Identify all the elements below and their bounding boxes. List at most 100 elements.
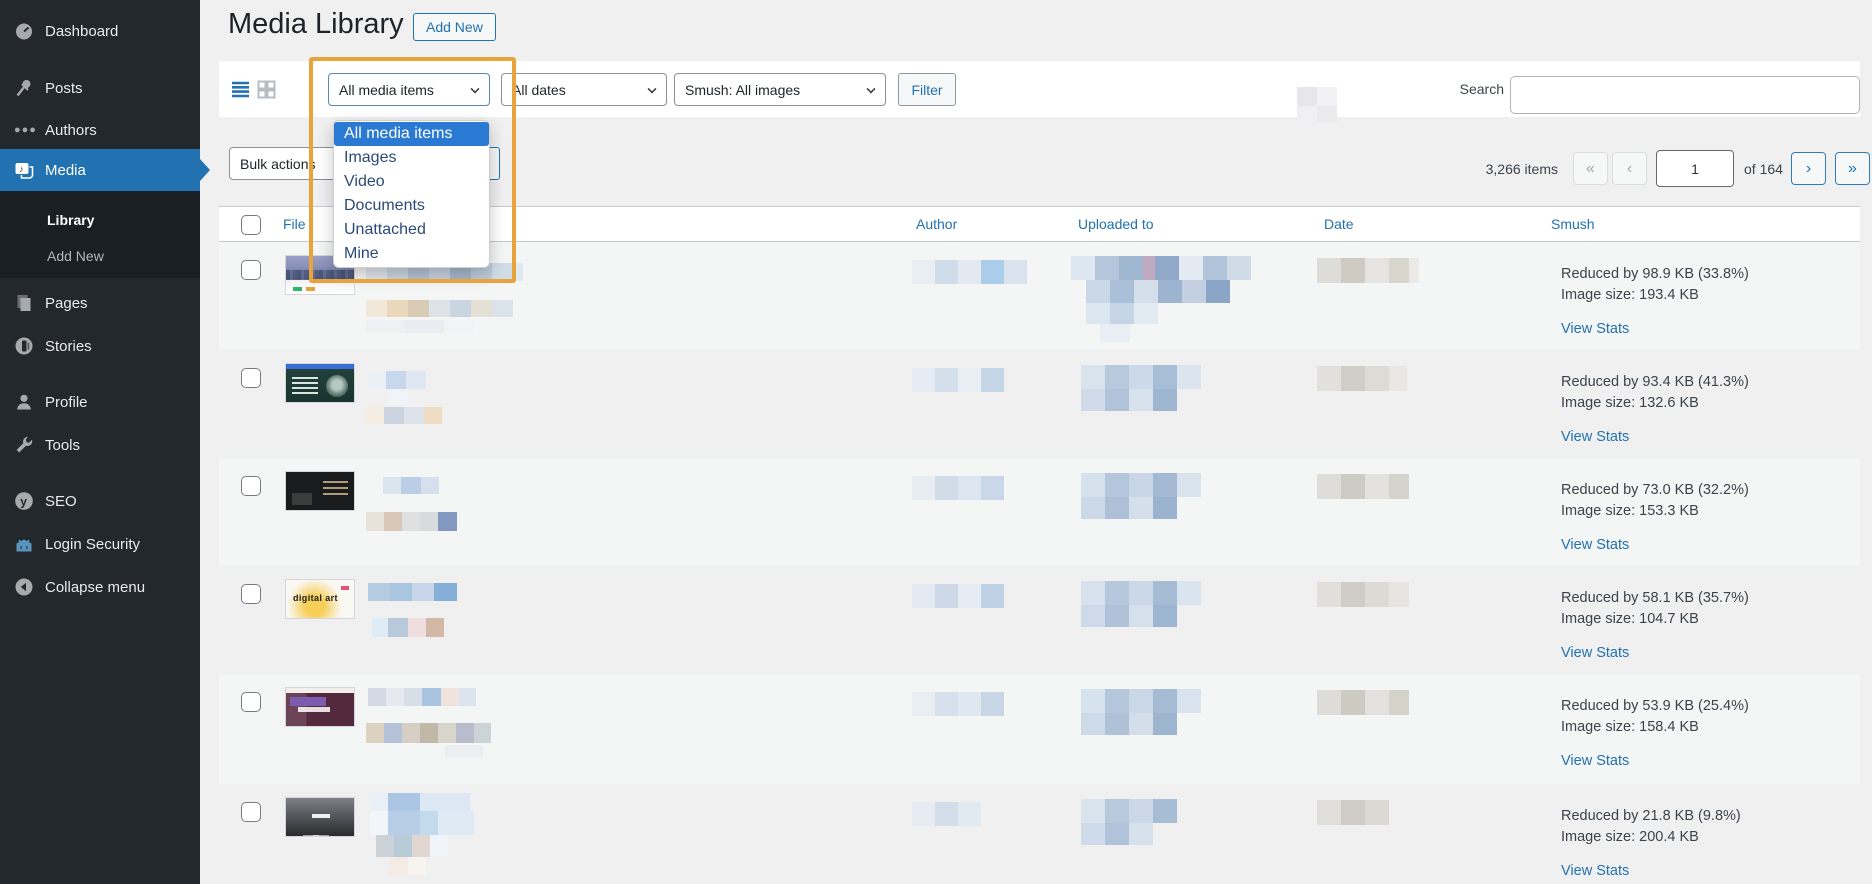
media-table: File Author Uploaded to Date Smush Reduc… [219,206,1860,884]
view-stats-link[interactable]: View Stats [1561,429,1629,445]
redacted-blur [1081,581,1201,605]
redacted-blur [1086,280,1230,303]
pagination-page-input[interactable] [1656,150,1734,187]
view-stats-link[interactable]: View Stats [1561,863,1629,879]
redacted-blur [912,476,1004,500]
sidebar-item-profile[interactable]: Profile [0,384,200,420]
media-thumbnail[interactable] [285,471,355,511]
posts-icon [14,78,34,98]
redacted-blur [1081,823,1153,845]
select-all-checkbox[interactable] [241,215,261,235]
stories-icon [14,336,34,356]
view-stats-link[interactable]: View Stats [1561,321,1629,337]
dropdown-option-images[interactable]: Images [334,146,489,170]
row-checkbox[interactable] [241,476,261,496]
sidebar-item-login-security[interactable]: Login Security [0,526,200,562]
dropdown-option-documents[interactable]: Documents [334,194,489,218]
view-stats-link[interactable]: View Stats [1561,645,1629,661]
row-checkbox[interactable] [241,584,261,604]
redacted-blur [366,320,474,333]
view-stats-link[interactable]: View Stats [1561,753,1629,769]
login-security-icon [14,534,34,554]
table-row: Reduced by 21.8 KB (9.8%) Image size: 200… [219,784,1860,884]
column-header-date[interactable]: Date [1324,216,1354,232]
pagination-total-pages: of 164 [1744,161,1783,177]
svg-text:♪: ♪ [19,164,24,174]
list-view-icon[interactable] [231,80,250,99]
redacted-blur [372,618,444,637]
row-checkbox[interactable] [241,260,261,280]
sidebar-item-authors[interactable]: ●●● Authors [0,112,200,148]
row-checkbox[interactable] [241,802,261,822]
page-title: Media Library [228,8,404,40]
redacted-blur [1081,365,1201,389]
media-thumbnail[interactable] [285,797,355,837]
sidebar-item-dashboard[interactable]: Dashboard [0,13,200,49]
pagination-next-button[interactable]: › [1791,152,1826,185]
smush-reduced: Reduced by 73.0 KB (32.2%) [1561,482,1749,498]
sidebar-item-pages[interactable]: Pages [0,285,200,321]
filter-toolbar: All media items All dates Smush: All ima… [219,61,1860,122]
row-checkbox[interactable] [241,692,261,712]
smush-reduced: Reduced by 98.9 KB (33.8%) [1561,266,1749,282]
pagination-prev-button[interactable]: ‹ [1612,152,1647,185]
profile-icon [14,392,34,412]
media-submenu: Library Add New [0,191,200,278]
sidebar-item-posts[interactable]: Posts [0,70,200,106]
bulk-actions-value: Bulk actions [240,155,316,172]
smush-filter-select-value: Smush: All images [685,81,801,98]
media-type-dropdown-list: All media items Images Video Documents Unatt… [333,120,490,268]
add-new-button[interactable]: Add New [413,13,496,41]
media-icon: ♪ [14,160,34,180]
column-header-author[interactable]: Author [916,216,957,232]
filter-button[interactable]: Filter [898,73,956,106]
redacted-blur [1317,800,1389,825]
view-stats-link[interactable]: View Stats [1561,537,1629,553]
tools-icon [14,435,34,455]
sidebar-item-label: Posts [45,79,83,97]
sidebar-item-media[interactable]: ♪ Media [0,149,200,191]
redacted-blur [1086,303,1158,324]
smush-image-size: Image size: 193.4 KB [1561,287,1699,303]
sidebar-item-seo[interactable]: y SEO [0,483,200,519]
redacted-blur [1081,713,1177,735]
admin-sidebar: Dashboard Posts ●●● Authors ♪ Media Pages Stori… [0,0,200,884]
redacted-blur [383,477,439,494]
redacted-blur [912,584,1004,608]
media-thumbnail[interactable] [285,687,355,727]
column-header-file[interactable]: File [283,216,306,232]
redacted-blur [368,371,426,389]
active-menu-arrow [200,159,210,181]
redacted-blur [366,300,513,317]
smush-image-size: Image size: 104.7 KB [1561,611,1699,627]
submenu-item-add-new[interactable]: Add New [47,248,104,264]
search-input[interactable] [1510,76,1860,114]
dates-select[interactable]: All dates [501,73,667,106]
pagination-first-button[interactable]: « [1573,152,1608,185]
row-checkbox[interactable] [241,368,261,388]
sidebar-item-collapse-menu[interactable]: Collapse menu [0,569,200,605]
smush-reduced: Reduced by 93.4 KB (41.3%) [1561,374,1749,390]
dropdown-option-unattached[interactable]: Unattached [334,218,489,242]
submenu-item-library[interactable]: Library [47,212,94,228]
media-type-select[interactable]: All media items [328,73,490,106]
redacted-blur [445,745,483,758]
dropdown-option-all-media-items[interactable]: All media items [334,122,489,146]
column-header-uploaded-to[interactable]: Uploaded to [1078,216,1154,232]
sidebar-item-label: Pages [45,294,88,312]
media-thumbnail[interactable]: digital art [285,579,355,619]
sidebar-item-tools[interactable]: Tools [0,427,200,463]
dropdown-option-video[interactable]: Video [334,170,489,194]
redacted-blur [1297,87,1337,122]
redacted-blur [370,811,474,835]
pagination-last-button[interactable]: » [1835,152,1870,185]
smush-reduced: Reduced by 58.1 KB (35.7%) [1561,590,1749,606]
media-thumbnail[interactable] [285,363,355,403]
redacted-blur [1317,474,1409,499]
sidebar-item-stories[interactable]: Stories [0,328,200,364]
dropdown-option-mine[interactable]: Mine [334,242,489,266]
grid-view-icon[interactable] [257,80,276,99]
pages-icon [14,293,34,313]
smush-filter-select[interactable]: Smush: All images [674,73,886,106]
column-header-smush: Smush [1551,216,1595,232]
